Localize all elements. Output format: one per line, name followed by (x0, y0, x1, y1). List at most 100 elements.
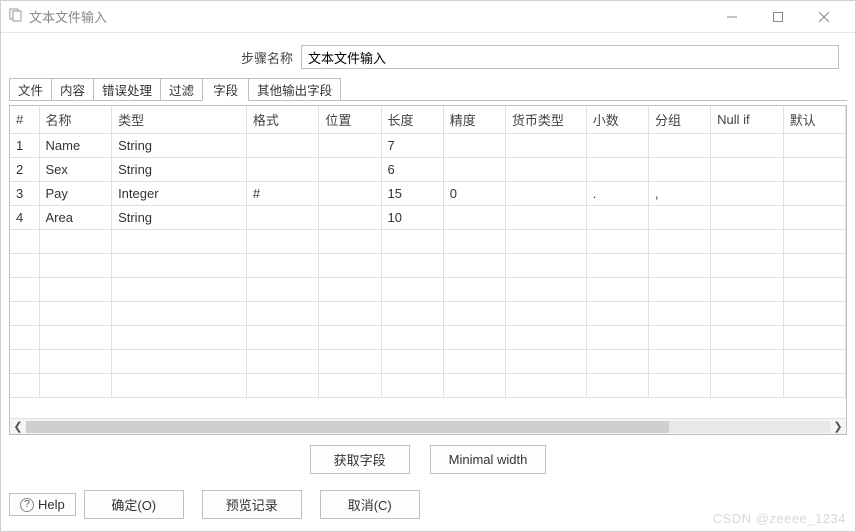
cell-pos[interactable] (319, 182, 381, 206)
cell-type[interactable]: String (112, 206, 247, 230)
cell-idx[interactable]: 3 (10, 182, 39, 206)
empty-row[interactable] (10, 254, 846, 278)
cell-type[interactable]: String (112, 134, 247, 158)
cell-def[interactable] (783, 134, 845, 158)
cell-pos[interactable] (319, 206, 381, 230)
cell-def[interactable] (783, 206, 845, 230)
col-group[interactable]: 分组 (648, 106, 710, 134)
close-button[interactable] (801, 2, 847, 32)
cell-fmt[interactable] (246, 134, 319, 158)
horizontal-scrollbar[interactable]: ❮ ❯ (10, 418, 846, 434)
cell-dec[interactable] (586, 158, 648, 182)
tab-filter[interactable]: 过滤 (160, 78, 203, 101)
cell-idx[interactable]: 2 (10, 158, 39, 182)
table-actions: 获取字段 Minimal width (1, 435, 855, 482)
cell-nullif[interactable] (711, 158, 784, 182)
ok-button[interactable]: 确定(O) (84, 490, 184, 519)
header-row: # 名称 类型 格式 位置 长度 精度 货币类型 小数 分组 Null if 默… (10, 106, 846, 134)
cell-type[interactable]: String (112, 158, 247, 182)
cell-len[interactable]: 7 (381, 134, 443, 158)
cell-len[interactable]: 6 (381, 158, 443, 182)
tab-bar: 文件 内容 错误处理 过滤 字段 其他输出字段 (1, 77, 855, 101)
window-title: 文本文件输入 (29, 7, 107, 26)
tab-error[interactable]: 错误处理 (93, 78, 161, 101)
step-name-label: 步骤名称 (9, 48, 301, 67)
cell-prec[interactable] (443, 134, 505, 158)
empty-row[interactable] (10, 326, 846, 350)
cell-idx[interactable]: 1 (10, 134, 39, 158)
cell-name[interactable]: Name (39, 134, 112, 158)
cell-grp[interactable]: , (648, 182, 710, 206)
cell-nullif[interactable] (711, 206, 784, 230)
scroll-right-icon[interactable]: ❯ (830, 419, 846, 435)
cell-curr[interactable] (505, 206, 586, 230)
scroll-thumb[interactable] (26, 421, 669, 433)
help-button[interactable]: ? Help (9, 493, 76, 516)
col-precision[interactable]: 精度 (443, 106, 505, 134)
empty-row[interactable] (10, 374, 846, 398)
cell-len[interactable]: 10 (381, 206, 443, 230)
tab-other-output[interactable]: 其他输出字段 (248, 78, 341, 101)
table-row[interactable]: 2SexString 6 (10, 158, 846, 182)
cell-pos[interactable] (319, 134, 381, 158)
cell-grp[interactable] (648, 134, 710, 158)
cell-nullif[interactable] (711, 182, 784, 206)
cell-name[interactable]: Sex (39, 158, 112, 182)
cell-pos[interactable] (319, 158, 381, 182)
col-decimal[interactable]: 小数 (586, 106, 648, 134)
col-format[interactable]: 格式 (246, 106, 319, 134)
tab-fields[interactable]: 字段 (202, 78, 249, 101)
cell-nullif[interactable] (711, 134, 784, 158)
cell-fmt[interactable]: # (246, 182, 319, 206)
empty-row[interactable] (10, 278, 846, 302)
cell-type[interactable]: Integer (112, 182, 247, 206)
table-row[interactable]: 1NameString 7 (10, 134, 846, 158)
cell-idx[interactable]: 4 (10, 206, 39, 230)
cell-dec[interactable] (586, 134, 648, 158)
cell-name[interactable]: Area (39, 206, 112, 230)
cell-prec[interactable] (443, 158, 505, 182)
empty-row[interactable] (10, 302, 846, 326)
cell-dec[interactable] (586, 206, 648, 230)
col-nullif[interactable]: Null if (711, 106, 784, 134)
table-row[interactable]: 4AreaString 10 (10, 206, 846, 230)
step-name-input[interactable] (301, 45, 839, 69)
cell-grp[interactable] (648, 206, 710, 230)
cell-dec[interactable]: . (586, 182, 648, 206)
preview-button[interactable]: 预览记录 (202, 490, 302, 519)
tab-file[interactable]: 文件 (9, 78, 52, 101)
cell-curr[interactable] (505, 134, 586, 158)
cell-prec[interactable]: 0 (443, 182, 505, 206)
get-fields-button[interactable]: 获取字段 (310, 445, 410, 474)
col-position[interactable]: 位置 (319, 106, 381, 134)
fields-grid[interactable]: # 名称 类型 格式 位置 长度 精度 货币类型 小数 分组 Null if 默… (10, 105, 846, 418)
cell-len[interactable]: 15 (381, 182, 443, 206)
cancel-button[interactable]: 取消(C) (320, 490, 420, 519)
tab-content[interactable]: 内容 (51, 78, 94, 101)
col-idx[interactable]: # (10, 106, 39, 134)
cell-def[interactable] (783, 182, 845, 206)
scroll-left-icon[interactable]: ❮ (10, 419, 26, 435)
col-length[interactable]: 长度 (381, 106, 443, 134)
cell-fmt[interactable] (246, 158, 319, 182)
col-default[interactable]: 默认 (783, 106, 845, 134)
cell-fmt[interactable] (246, 206, 319, 230)
empty-row[interactable] (10, 230, 846, 254)
cell-grp[interactable] (648, 158, 710, 182)
footer: ? Help 确定(O) 预览记录 取消(C) (1, 482, 855, 527)
cell-name[interactable]: Pay (39, 182, 112, 206)
scroll-track[interactable] (26, 421, 830, 433)
minimal-width-button[interactable]: Minimal width (430, 445, 547, 474)
table-row[interactable]: 3PayInteger#150., (10, 182, 846, 206)
col-name[interactable]: 名称 (39, 106, 112, 134)
cell-def[interactable] (783, 158, 845, 182)
cell-curr[interactable] (505, 182, 586, 206)
minimize-button[interactable] (709, 2, 755, 32)
fields-panel: # 名称 类型 格式 位置 长度 精度 货币类型 小数 分组 Null if 默… (9, 105, 847, 435)
col-type[interactable]: 类型 (112, 106, 247, 134)
maximize-button[interactable] (755, 2, 801, 32)
cell-curr[interactable] (505, 158, 586, 182)
empty-row[interactable] (10, 350, 846, 374)
col-currency[interactable]: 货币类型 (505, 106, 586, 134)
cell-prec[interactable] (443, 206, 505, 230)
